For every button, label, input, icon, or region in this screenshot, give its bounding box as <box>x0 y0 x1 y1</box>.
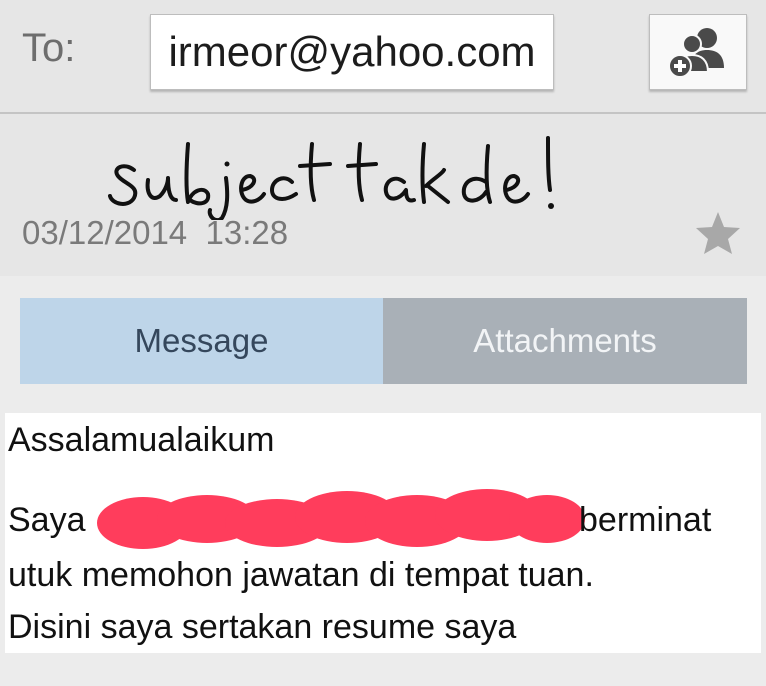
to-bar: To: irmeor@yahoo.com <box>0 0 766 114</box>
message-datetime: 03/12/2014 13:28 <box>22 214 289 251</box>
body-line-3: Disini saya sertakan resume saya <box>8 608 517 646</box>
body-greeting: Assalamualaikum <box>8 421 275 459</box>
add-contact-button[interactable] <box>649 14 747 90</box>
message-body: Assalamualaikum Saya berminat utuk memoh… <box>5 413 761 653</box>
handwritten-subject <box>108 136 554 220</box>
recipient-field[interactable]: irmeor@yahoo.com <box>150 14 554 90</box>
body-line-2: utuk memohon jawatan di tempat tuan. <box>8 556 594 594</box>
tab-bar: Message Attachments <box>20 298 747 384</box>
to-label: To: <box>22 26 76 70</box>
subject-area: 03/12/2014 13:28 <box>0 114 766 276</box>
star-icon[interactable] <box>694 210 742 256</box>
body-line-1-end: berminat <box>579 501 712 539</box>
redaction-scribble <box>97 489 585 549</box>
tab-message[interactable]: Message <box>20 298 383 384</box>
add-contact-icon <box>668 28 724 78</box>
body-line-1-start: Saya <box>8 501 86 539</box>
tab-attachments[interactable]: Attachments <box>383 298 747 384</box>
